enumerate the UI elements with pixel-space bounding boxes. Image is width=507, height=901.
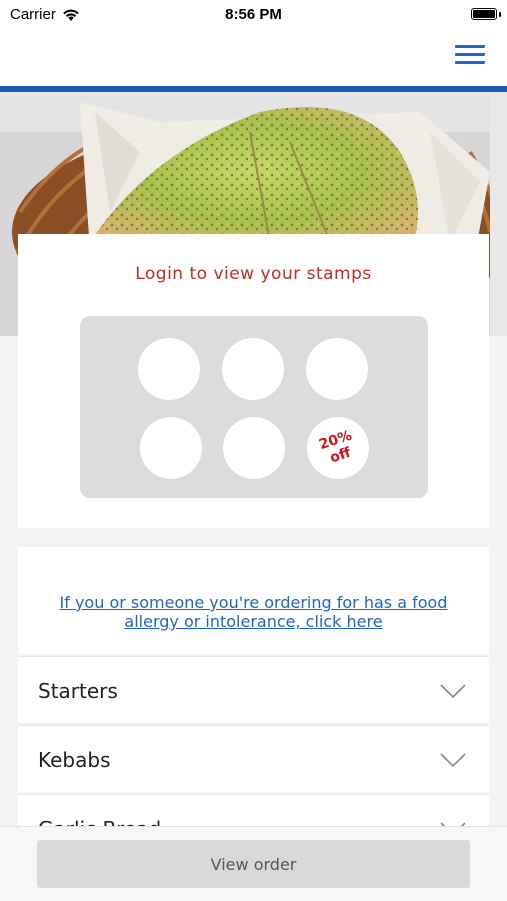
status-bar: Carrier 8:56 PM: [0, 0, 507, 30]
stamp-board: 20% off: [80, 316, 428, 498]
stamp-slot: [222, 338, 284, 400]
stamp-slot: [306, 338, 368, 400]
status-time: 8:56 PM: [225, 6, 282, 23]
category-label: Starters: [38, 679, 118, 703]
category-row-starters[interactable]: Starters: [18, 656, 489, 723]
allergy-link-line1: If you or someone you're ordering for ha…: [59, 593, 448, 612]
battery-icon: [471, 8, 497, 20]
stamp-slot: [223, 417, 285, 479]
battery-tip: [499, 12, 501, 17]
view-order-button[interactable]: View order: [37, 840, 470, 888]
bottom-bar: View order: [0, 826, 507, 901]
nav-bar: [0, 30, 507, 86]
reward-stamp: 20% off: [307, 417, 369, 479]
stamp-card: Login to view your stamps 20% off: [18, 234, 489, 528]
reward-text: 20% off: [299, 409, 377, 487]
category-label: Kebabs: [38, 748, 111, 772]
chevron-down-icon: [440, 684, 466, 699]
allergy-info-link[interactable]: If you or someone you're ordering for ha…: [28, 593, 479, 631]
allergy-link-line2: allergy or intolerance, click here: [124, 612, 383, 631]
allergy-card: If you or someone you're ordering for ha…: [18, 547, 489, 654]
category-row-kebabs[interactable]: Kebabs: [18, 725, 489, 792]
hamburger-menu-icon[interactable]: [455, 40, 485, 70]
chevron-down-icon: [440, 753, 466, 768]
stamp-slot: [138, 338, 200, 400]
login-stamps-link[interactable]: Login to view your stamps: [18, 264, 489, 284]
stamp-slot: [140, 417, 202, 479]
